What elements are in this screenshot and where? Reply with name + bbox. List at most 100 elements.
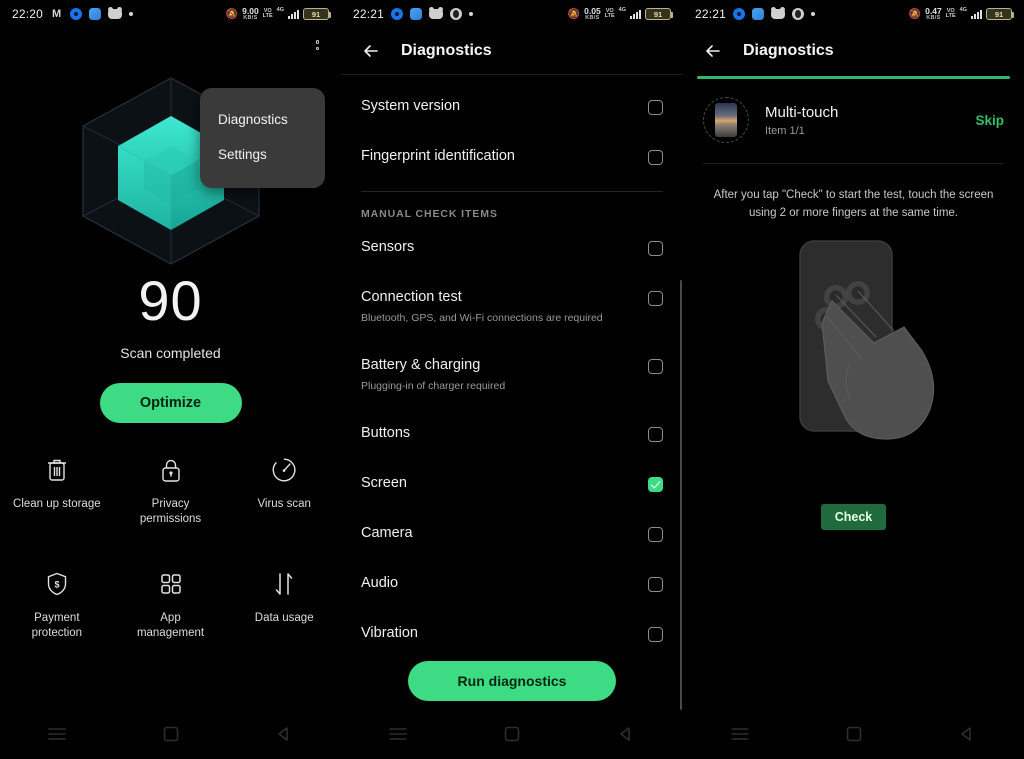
row-title: Screen: [361, 475, 407, 491]
network-tag: 4G: [276, 7, 284, 13]
run-diagnostics-button[interactable]: Run diagnostics: [408, 661, 616, 701]
home-button[interactable]: [797, 726, 911, 742]
list-item-connection-test[interactable]: Connection test Bluetooth, GPS, and Wi-F…: [361, 272, 663, 340]
test-thumbnail-ring: [703, 97, 749, 143]
list-item-vibration[interactable]: Vibration: [361, 608, 663, 658]
list-item-screen[interactable]: Screen: [361, 458, 663, 508]
tile-clean-up-storage[interactable]: Clean up storage: [0, 449, 114, 533]
section-header-manual-check-items: MANUAL CHECK ITEMS: [361, 208, 498, 220]
dot-icon: [129, 12, 134, 16]
tile-data-usage[interactable]: Data usage: [227, 563, 341, 647]
multitouch-illustration: [683, 226, 1024, 496]
list-item-sensors[interactable]: Sensors: [361, 222, 663, 272]
gauge-icon: [271, 455, 297, 485]
recents-button[interactable]: [0, 727, 114, 741]
checkbox[interactable]: [648, 577, 663, 592]
test-meta: Multi-touch Item 1/1: [765, 104, 959, 137]
checkbox[interactable]: [648, 427, 663, 442]
tile-label: App management: [136, 612, 205, 639]
back-arrow-icon[interactable]: [703, 41, 723, 61]
overflow-menu-popup: Diagnostics Settings: [200, 88, 325, 188]
optimize-button[interactable]: Optimize: [99, 383, 242, 423]
status-time: 22:20: [12, 7, 44, 21]
home-button[interactable]: [114, 726, 228, 742]
network-speed: 9.00 KB/S: [242, 7, 259, 21]
app-icon: [410, 8, 423, 20]
overflow-menu-button[interactable]: [312, 36, 324, 54]
quick-action-tiles: Clean up storage Privacy permissions Vir…: [0, 449, 341, 647]
row-title: Audio: [361, 575, 399, 591]
checkbox[interactable]: [648, 527, 663, 542]
back-button[interactable]: [910, 726, 1024, 742]
back-button[interactable]: [227, 726, 341, 742]
test-progress-label: Item 1/1: [765, 124, 805, 137]
battery-level: 91: [311, 9, 321, 19]
row-text: Connection test Bluetooth, GPS, and Wi-F…: [361, 288, 615, 325]
list-item-system-version[interactable]: System version: [361, 81, 663, 131]
list-item-battery-charging[interactable]: Battery & charging Plugging-in of charge…: [361, 340, 663, 408]
recents-button[interactable]: [683, 727, 797, 741]
row-text: Sensors: [361, 238, 426, 257]
checkbox[interactable]: [648, 291, 663, 306]
dark-mode-icon: [450, 8, 463, 20]
status-bar-right: 🔕 9.00 KB/S VO LTE 4G 91: [226, 7, 331, 21]
list-item-camera[interactable]: Camera: [361, 508, 663, 558]
check-button[interactable]: Check: [820, 504, 887, 530]
row-text: Vibration: [361, 624, 430, 643]
checkbox[interactable]: [648, 241, 663, 256]
home-button[interactable]: [455, 726, 569, 742]
back-arrow-icon[interactable]: [361, 41, 381, 61]
recents-button[interactable]: [341, 727, 455, 741]
tile-label: Data usage: [254, 612, 314, 624]
checkbox[interactable]: [648, 359, 663, 374]
game-icon: [771, 7, 786, 19]
list-item-fingerprint-identification[interactable]: Fingerprint identification: [361, 131, 663, 181]
status-bar-left: 22:21: [353, 7, 474, 21]
checkbox-checked[interactable]: [648, 477, 663, 492]
grid-icon: [159, 569, 183, 599]
gear-icon: [733, 8, 746, 20]
row-text: Buttons: [361, 424, 422, 443]
checkbox[interactable]: [648, 150, 663, 165]
menu-item-settings[interactable]: Settings: [200, 137, 325, 172]
dot-icon: [469, 12, 474, 16]
diagnostics-list: System version Fingerprint identificatio…: [341, 75, 683, 710]
sim-icon: VO LTE: [604, 7, 615, 19]
list-item-buttons[interactable]: Buttons: [361, 408, 663, 458]
battery-level: 91: [994, 9, 1004, 19]
status-time: 22:21: [695, 7, 727, 21]
divider: [361, 191, 663, 192]
row-text: Audio: [361, 574, 410, 593]
tile-app-management[interactable]: App management: [114, 563, 228, 647]
battery-icon: 91: [986, 8, 1014, 20]
list-item-audio[interactable]: Audio: [361, 558, 663, 608]
menu-item-diagnostics[interactable]: Diagnostics: [200, 102, 325, 137]
game-icon: [108, 7, 123, 19]
skip-button[interactable]: Skip: [975, 113, 1004, 128]
navigation-bar: [0, 709, 341, 759]
back-button[interactable]: [569, 726, 683, 742]
svg-text:$: $: [54, 580, 59, 590]
tile-payment-protection[interactable]: $ Payment protection: [0, 563, 114, 647]
test-name: Multi-touch: [765, 103, 839, 121]
tile-virus-scan[interactable]: Virus scan: [227, 449, 341, 533]
checkbox[interactable]: [648, 627, 663, 642]
status-bar-right: 🔕 0.05 KB/S VO LTE 4G 91: [567, 7, 673, 21]
status-bar: 22:21 🔕 0.47 KB/S VO LTE 4G 91: [683, 0, 1024, 28]
gmail-icon: M: [51, 7, 62, 20]
tile-privacy-permissions[interactable]: Privacy permissions: [114, 449, 228, 533]
checkbox[interactable]: [648, 100, 663, 115]
dark-mode-icon: [792, 8, 805, 20]
bell-mute-icon: 🔕: [567, 8, 581, 20]
tile-label: Payment protection: [31, 612, 83, 639]
trash-icon: [45, 455, 69, 485]
row-subtitle: Bluetooth, GPS, and Wi-Fi connections ar…: [361, 312, 603, 324]
scrollbar[interactable]: [680, 280, 682, 710]
lock-icon: [159, 455, 183, 485]
status-bar-left: 22:21: [695, 7, 816, 21]
sim-icon: VO LTE: [262, 7, 273, 19]
row-text: Camera: [361, 524, 425, 543]
status-bar-left: 22:20 M: [12, 7, 134, 21]
status-time: 22:21: [353, 7, 385, 21]
row-title: Fingerprint identification: [361, 148, 515, 164]
